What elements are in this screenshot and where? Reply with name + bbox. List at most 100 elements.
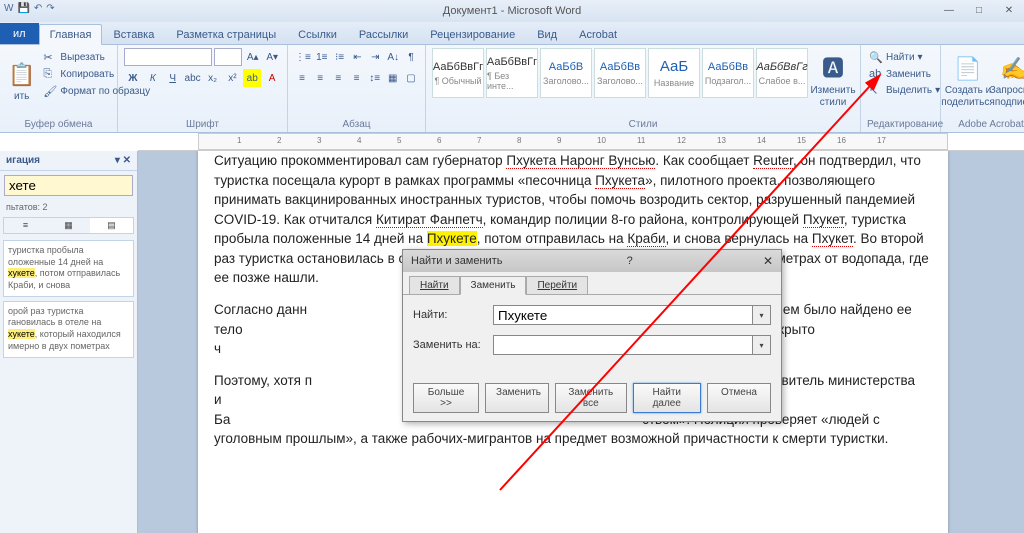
change-styles-button[interactable]: 🅰Изменить стили xyxy=(812,48,854,117)
tab-file[interactable]: ил xyxy=(0,23,39,44)
more-button[interactable]: Больше >> xyxy=(413,383,479,413)
replace-dropdown-icon[interactable]: ▾ xyxy=(753,335,771,355)
group-label-font: Шрифт xyxy=(124,117,281,130)
find-label: Найти: xyxy=(413,309,493,321)
title-bar: W 💾 ↶ ↷ Документ1 - Microsoft Word — □ ✕ xyxy=(0,0,1024,22)
nav-result-item[interactable]: туристка пробыла оложенные 14 дней на ху… xyxy=(3,240,134,297)
tab-mailings[interactable]: Рассылки xyxy=(348,24,419,44)
quick-access-toolbar: W 💾 ↶ ↷ xyxy=(4,3,55,14)
group-label-styles: Стили xyxy=(432,117,854,130)
replace-input[interactable] xyxy=(493,335,753,355)
shading-button[interactable]: ▦ xyxy=(385,69,401,87)
ruler[interactable]: 1 2 3 4 5 6 7 8 9 10 11 12 13 14 15 16 1… xyxy=(138,133,1024,151)
indent-button[interactable]: ⇥ xyxy=(367,48,383,66)
tab-layout[interactable]: Разметка страницы xyxy=(165,24,287,44)
nav-close-icon[interactable]: ▾ ✕ xyxy=(115,155,131,166)
ribbon-tabs: ил Главная Вставка Разметка страницы Ссы… xyxy=(0,22,1024,45)
tab-review[interactable]: Рецензирование xyxy=(419,24,526,44)
style-item[interactable]: АаБбВвГг¶ Без инте... xyxy=(486,48,538,98)
word-icon: W xyxy=(4,3,13,14)
align-left-button[interactable]: ≡ xyxy=(294,69,310,87)
replace-one-button[interactable]: Заменить xyxy=(485,383,549,413)
line-spacing-button[interactable]: ↕≡ xyxy=(367,69,383,87)
outdent-button[interactable]: ⇤ xyxy=(350,48,366,66)
tab-home[interactable]: Главная xyxy=(39,24,103,45)
highlight-button[interactable]: ab xyxy=(243,69,261,87)
pdf-icon: 📄 xyxy=(954,56,981,82)
font-size-combo[interactable] xyxy=(214,48,242,66)
justify-button[interactable]: ≡ xyxy=(348,69,364,87)
sort-button[interactable]: A↓ xyxy=(385,48,401,66)
numbering-button[interactable]: 1≡ xyxy=(314,48,330,66)
save-icon[interactable]: 💾 xyxy=(17,3,29,14)
dialog-help-icon[interactable]: ? xyxy=(627,255,639,267)
nav-result-item[interactable]: орой раз туристка гановилась в отеле на … xyxy=(3,301,134,358)
superscript-button[interactable]: x² xyxy=(223,69,241,87)
font-name-combo[interactable] xyxy=(124,48,212,66)
align-center-button[interactable]: ≡ xyxy=(312,69,328,87)
copy-icon: ⎘ xyxy=(43,68,57,81)
dialog-tab-find[interactable]: Найти xyxy=(409,276,460,294)
style-item[interactable]: АаБбВвГгСлабое в... xyxy=(756,48,808,98)
style-item[interactable]: АаБбВвЗаголово... xyxy=(594,48,646,98)
find-input[interactable] xyxy=(493,305,753,325)
undo-icon[interactable]: ↶ xyxy=(34,3,42,14)
nav-search-input[interactable] xyxy=(4,175,133,196)
group-label-clipboard: Буфер обмена xyxy=(6,117,111,130)
acrobat-sign-button[interactable]: ✍Запросить подписи xyxy=(993,48,1024,117)
group-label-paragraph: Абзац xyxy=(294,117,419,130)
navigation-pane: игация▾ ✕ пьтатов: 2 ≡▦▤ туристка пробыл… xyxy=(0,151,138,533)
underline-button[interactable]: Ч xyxy=(164,69,182,87)
find-button[interactable]: 🔍Найти ▾ xyxy=(867,50,942,65)
style-item[interactable]: АаБбВвПодзагол... xyxy=(702,48,754,98)
style-gallery[interactable]: АаБбВвГг¶ Обычный АаБбВвГг¶ Без инте... … xyxy=(432,48,808,117)
select-icon: ↖ xyxy=(869,84,883,97)
borders-button[interactable]: ▢ xyxy=(403,69,419,87)
multilevel-button[interactable]: ⁝≡ xyxy=(332,48,348,66)
style-item[interactable]: АаБбВЗаголово... xyxy=(540,48,592,98)
tab-acrobat[interactable]: Acrobat xyxy=(568,24,628,44)
styles-icon: 🅰 xyxy=(822,56,844,82)
group-label-editing: Редактирование xyxy=(867,117,934,130)
paste-button[interactable]: 📋ить xyxy=(6,48,37,117)
tab-insert[interactable]: Вставка xyxy=(102,24,165,44)
find-replace-dialog: Найти и заменить ? ✕ Найти Заменить Пере… xyxy=(402,249,782,422)
grow-font-button[interactable]: A▴ xyxy=(244,48,262,66)
find-next-button[interactable]: Найти далее xyxy=(633,383,701,413)
dialog-close-icon[interactable]: ✕ xyxy=(763,254,773,268)
dialog-titlebar[interactable]: Найти и заменить ? ✕ xyxy=(403,250,781,272)
italic-button[interactable]: К xyxy=(144,69,162,87)
dialog-title: Найти и заменить xyxy=(411,255,502,267)
window-title: Документ1 - Microsoft Word xyxy=(443,5,581,17)
minimize-button[interactable]: — xyxy=(934,0,964,20)
acrobat-share-button[interactable]: 📄Создать и поделиться xyxy=(947,48,989,117)
nav-view-tabs[interactable]: ≡▦▤ xyxy=(3,217,134,234)
bullets-button[interactable]: ⋮≡ xyxy=(294,48,312,66)
replace-all-button[interactable]: Заменить все xyxy=(555,383,626,413)
redo-icon[interactable]: ↷ xyxy=(46,3,54,14)
align-right-button[interactable]: ≡ xyxy=(330,69,346,87)
tab-view[interactable]: Вид xyxy=(526,24,568,44)
style-item[interactable]: АаБбВвГг¶ Обычный xyxy=(432,48,484,98)
strike-button[interactable]: abc xyxy=(184,69,202,87)
select-button[interactable]: ↖Выделить ▾ xyxy=(867,83,942,98)
replace-label: Заменить на: xyxy=(413,339,493,351)
find-dropdown-icon[interactable]: ▾ xyxy=(753,305,771,325)
shrink-font-button[interactable]: A▾ xyxy=(264,48,282,66)
ribbon: 📋ить ✂Вырезать ⎘Копировать 🖌Формат по об… xyxy=(0,45,1024,133)
highlight: Пхукете xyxy=(427,231,477,246)
font-color-button[interactable]: A xyxy=(263,69,281,87)
dialog-tab-replace[interactable]: Заменить xyxy=(460,276,527,295)
close-button[interactable]: ✕ xyxy=(994,0,1024,20)
maximize-button[interactable]: □ xyxy=(964,0,994,20)
group-label-acrobat: Adobe Acrobat xyxy=(947,117,1024,130)
tab-references[interactable]: Ссылки xyxy=(287,24,348,44)
cancel-button[interactable]: Отмена xyxy=(707,383,771,413)
dialog-tab-goto[interactable]: Перейти xyxy=(526,276,588,294)
brush-icon: 🖌 xyxy=(43,85,57,98)
bold-button[interactable]: Ж xyxy=(124,69,142,87)
replace-button[interactable]: abЗаменить xyxy=(867,67,942,81)
show-marks-button[interactable]: ¶ xyxy=(403,48,419,66)
style-item[interactable]: АаБНазвание xyxy=(648,48,700,98)
subscript-button[interactable]: x₂ xyxy=(204,69,222,87)
